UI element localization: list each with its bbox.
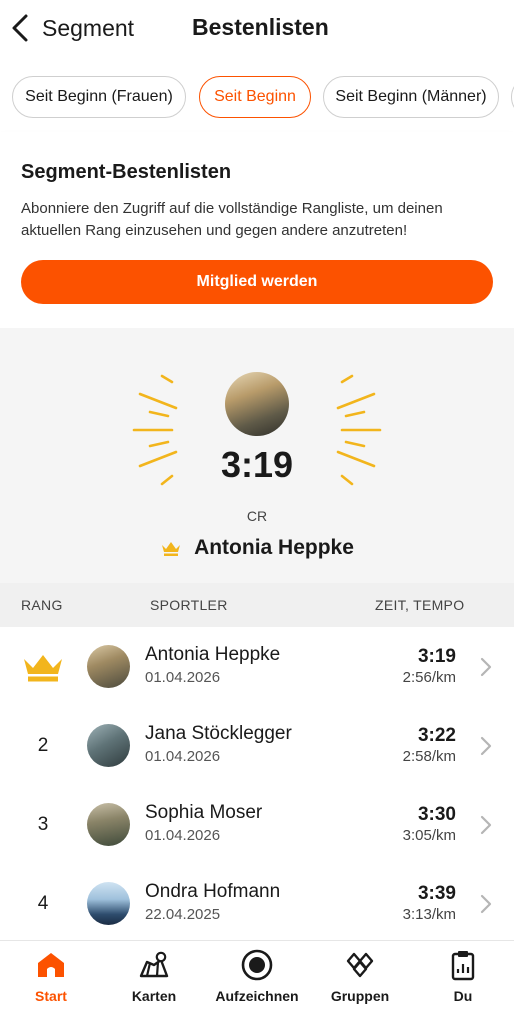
activity-date: 01.04.2026 xyxy=(145,669,221,686)
chevron-left-icon xyxy=(12,14,28,42)
row-time: 3:22 xyxy=(417,725,456,746)
home-icon xyxy=(38,953,64,977)
row-time: 3:19 xyxy=(417,646,456,667)
activity-date: 22.04.2025 xyxy=(145,906,221,923)
chevron-right-icon xyxy=(480,657,492,677)
rank-number: 4 xyxy=(37,892,49,914)
avatar[interactable] xyxy=(87,882,130,925)
back-button[interactable]: Segment xyxy=(10,10,140,46)
header-athlete: SPORTLER xyxy=(150,597,228,613)
subscribe-title: Segment-Bestenlisten xyxy=(21,161,232,183)
rank-crown xyxy=(20,627,66,706)
row-time: 3:39 xyxy=(417,883,456,904)
header-rank: RANG xyxy=(21,597,63,613)
nav-label: Karten xyxy=(131,988,177,1004)
chevron-right-icon xyxy=(480,894,492,914)
crown-icon xyxy=(162,542,181,556)
avatar[interactable] xyxy=(87,645,130,688)
nav-label: Du xyxy=(453,988,473,1004)
chevron-right-icon xyxy=(480,736,492,756)
athlete-name: Antonia Heppke xyxy=(145,644,281,665)
filter-chip-men[interactable]: Seit Beginn (Männer) xyxy=(323,76,499,118)
avatar[interactable] xyxy=(87,724,130,767)
athlete-name: Sophia Moser xyxy=(145,802,263,823)
table-row[interactable]: 3 Sophia Moser 01.04.2026 3:30 3:05/km xyxy=(0,785,514,864)
avatar[interactable] xyxy=(87,803,130,846)
table-row[interactable]: Antonia Heppke 01.04.2026 3:19 2:56/km xyxy=(0,627,514,706)
page-title: Bestenlisten xyxy=(192,14,329,40)
activity-date: 01.04.2026 xyxy=(145,827,221,844)
row-pace: 3:13/km xyxy=(402,906,456,923)
nav-record[interactable]: Aufzeichnen xyxy=(206,941,308,1024)
filter-chips: Seit Beginn (Frauen) Seit Beginn Seit Be… xyxy=(0,62,514,132)
course-record-section: 3:19 CR Antonia Heppke xyxy=(0,328,514,583)
bottom-navigation: Start Karten Aufzeichnen Gruppen Du xyxy=(0,940,514,1024)
nav-maps[interactable]: Karten xyxy=(103,941,205,1024)
rank-number: 3 xyxy=(37,813,49,835)
champion-name-row[interactable]: Antonia Heppke xyxy=(0,536,514,560)
nav-you[interactable]: Du xyxy=(412,941,514,1024)
chevron-right-icon xyxy=(480,815,492,835)
athlete-name: Jana Stöcklegger xyxy=(145,723,292,744)
leaderboard-list: Antonia Heppke 01.04.2026 3:19 2:56/km 2… xyxy=(0,627,514,940)
filter-chip-women[interactable]: Seit Beginn (Frauen) xyxy=(12,76,186,118)
row-pace: 2:56/km xyxy=(402,669,456,686)
become-member-button[interactable]: Mitglied werden xyxy=(21,260,493,304)
subscribe-text: Abonniere den Zugriff auf die vollständi… xyxy=(21,200,443,239)
nav-start[interactable]: Start xyxy=(0,941,102,1024)
champion-avatar[interactable] xyxy=(225,372,289,436)
row-time: 3:30 xyxy=(417,804,456,825)
clipboard-icon xyxy=(451,951,475,981)
leaderboard-header: RANG SPORTLER ZEIT, TEMPO xyxy=(0,583,514,627)
nav-label: Aufzeichnen xyxy=(215,988,299,1004)
table-row[interactable]: 4 Ondra Hofmann 22.04.2025 3:39 3:13/km xyxy=(0,864,514,940)
row-pace: 3:05/km xyxy=(402,827,456,844)
subscribe-card: Segment-Bestenlisten Abonniere den Zugri… xyxy=(0,132,514,328)
course-record-time: 3:19 xyxy=(220,444,294,485)
nav-groups[interactable]: Gruppen xyxy=(309,941,411,1024)
map-icon xyxy=(139,951,169,978)
record-icon xyxy=(241,949,273,981)
table-row[interactable]: 2 Jana Stöcklegger 01.04.2026 3:22 2:58/… xyxy=(0,706,514,785)
leaderboard-screen: Segment Bestenlisten Seit Beginn (Frauen… xyxy=(0,0,514,1024)
activity-date: 01.04.2026 xyxy=(145,748,221,765)
filter-chip-all[interactable]: Seit Beginn xyxy=(199,76,311,118)
rank-number: 2 xyxy=(37,734,49,756)
champion-name: Antonia Heppke xyxy=(194,536,354,559)
nav-label: Gruppen xyxy=(330,988,390,1004)
top-bar: Segment Bestenlisten xyxy=(0,0,514,62)
nav-label: Start xyxy=(35,988,67,1004)
row-pace: 2:58/km xyxy=(402,748,456,765)
back-label: Segment xyxy=(42,14,135,41)
athlete-name: Ondra Hofmann xyxy=(145,881,281,902)
crown-icon xyxy=(24,654,62,681)
header-time-pace: ZEIT, TEMPO xyxy=(375,597,465,613)
groups-icon xyxy=(346,952,374,978)
course-record-label: CR xyxy=(246,508,268,524)
